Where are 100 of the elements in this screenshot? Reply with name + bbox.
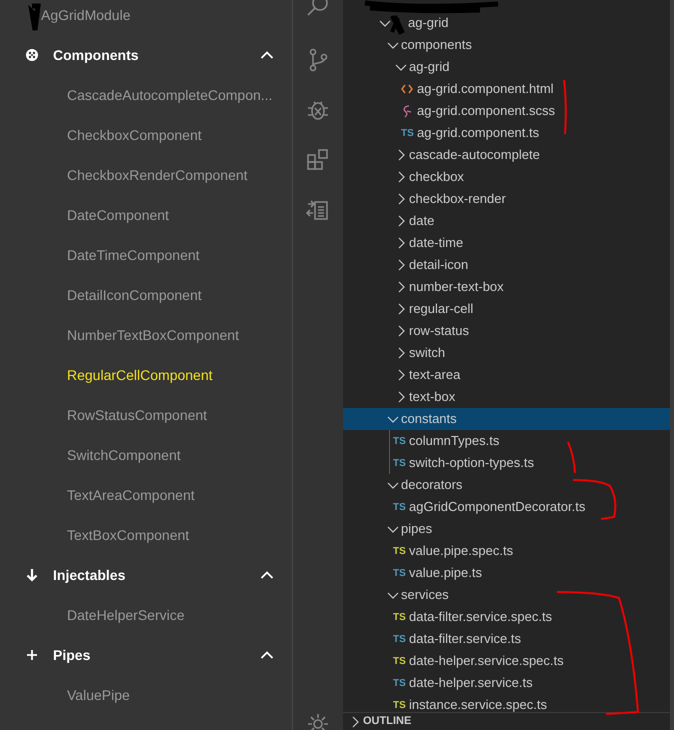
- file-name: detail-icon: [409, 256, 468, 274]
- file-type-label: TS: [393, 434, 407, 448]
- folder-row[interactable]: detail-icon: [343, 254, 670, 276]
- file-name: checkbox-render: [409, 190, 506, 208]
- search-icon[interactable]: [306, 0, 330, 18]
- file-row[interactable]: TS agGridComponentDecorator.ts: [343, 496, 670, 518]
- file-type-label: TS: [393, 632, 407, 646]
- folder-row[interactable]: ag-grid: [343, 12, 670, 34]
- nav-item[interactable]: CascadeAutocompleteCompon...: [0, 84, 272, 106]
- folder-row[interactable]: checkbox-render: [343, 188, 670, 210]
- section-header[interactable]: Components: [0, 35, 292, 75]
- file-name: components: [401, 36, 472, 54]
- nav-item[interactable]: DateHelperService: [0, 604, 184, 626]
- folder-row[interactable]: regular-cell: [343, 298, 670, 320]
- file-name: switch: [409, 344, 446, 362]
- file-name: ag-grid: [408, 14, 448, 32]
- file-row[interactable]: TS columnTypes.ts: [390, 430, 670, 452]
- file-name: date-helper.service.ts: [409, 674, 533, 692]
- file-row[interactable]: TS data-filter.service.ts: [343, 628, 670, 650]
- file-name: checkbox: [409, 168, 464, 186]
- file-name: text-box: [409, 388, 456, 406]
- file-name: value.pipe.ts: [409, 564, 482, 582]
- folder-row[interactable]: constants: [343, 408, 670, 430]
- file-type-label: TS: [393, 676, 407, 690]
- file-row[interactable]: TS data-filter.service.spec.ts: [343, 606, 670, 628]
- folder-row[interactable]: components: [343, 34, 670, 56]
- folder-row[interactable]: switch: [343, 342, 670, 364]
- folder-row[interactable]: text-area: [343, 364, 670, 386]
- file-row[interactable]: TS date-helper.service.ts: [343, 672, 670, 694]
- file-type-label: TS: [393, 500, 407, 514]
- arrow-down-icon: [25, 568, 39, 582]
- file-name: ag-grid.component.html: [417, 80, 554, 98]
- file-name: cascade-autocomplete: [409, 146, 540, 164]
- document-arrows-icon[interactable]: [306, 198, 330, 222]
- nav-item[interactable]: CheckboxRenderComponent: [0, 164, 248, 186]
- file-name: date-time: [409, 234, 464, 252]
- file-name: row-status: [409, 322, 469, 340]
- annotation-mark: [563, 80, 567, 134]
- file-name: date-helper.service.spec.ts: [409, 652, 564, 670]
- outline-header[interactable]: OUTLINE: [343, 712, 670, 730]
- file-type-label: TS: [393, 456, 407, 470]
- folder-row[interactable]: row-status: [343, 320, 670, 342]
- nav-item[interactable]: RegularCellComponent: [0, 364, 213, 386]
- folder-row[interactable]: ag-grid: [343, 56, 670, 78]
- file-name: services: [401, 586, 449, 604]
- nav-item[interactable]: TextAreaComponent: [0, 484, 195, 506]
- file-type-label: TS: [393, 698, 407, 712]
- nav-item[interactable]: NumberTextBoxComponent: [0, 324, 239, 346]
- folder-row[interactable]: services: [343, 584, 670, 606]
- nav-item[interactable]: DateTimeComponent: [0, 244, 200, 266]
- plus-icon: [25, 648, 39, 662]
- nav-item[interactable]: RowStatusComponent: [0, 404, 208, 426]
- file-name: value.pipe.spec.ts: [409, 542, 514, 560]
- file-row[interactable]: ag-grid.component.html: [343, 78, 670, 100]
- file-type-label: TS: [393, 566, 407, 580]
- section-title: Injectables: [53, 566, 126, 585]
- folder-row[interactable]: date-time: [343, 232, 670, 254]
- file-name: constants: [401, 410, 457, 428]
- file-name: agGridComponentDecorator.ts: [409, 498, 586, 516]
- section-header[interactable]: Injectables: [0, 555, 292, 595]
- file-type-label: TS: [401, 126, 415, 140]
- folder-row[interactable]: cascade-autocomplete: [343, 144, 670, 166]
- file-name: number-text-box: [409, 278, 504, 296]
- file-name: date: [409, 212, 434, 230]
- folder-row[interactable]: text-box: [343, 386, 670, 408]
- folder-row[interactable]: checkbox: [343, 166, 670, 188]
- extensions-icon[interactable]: [306, 148, 330, 172]
- file-type-label: TS: [393, 654, 407, 668]
- section-header[interactable]: Pipes: [0, 635, 292, 675]
- redaction-mark: [28, 4, 41, 32]
- folder-row[interactable]: pipes: [343, 518, 670, 540]
- nav-item[interactable]: CheckboxComponent: [0, 124, 202, 146]
- nav-item[interactable]: DateComponent: [0, 204, 169, 226]
- nav-item[interactable]: TextBoxComponent: [0, 524, 190, 546]
- file-name: pipes: [401, 520, 432, 538]
- nav-item[interactable]: SwitchComponent: [0, 444, 181, 466]
- file-row[interactable]: TS value.pipe.ts: [343, 562, 670, 584]
- file-name: columnTypes.ts: [409, 432, 500, 450]
- section-title: Components: [53, 46, 139, 65]
- section-title: Pipes: [53, 646, 90, 665]
- file-row[interactable]: TS instance.service.spec.ts: [343, 694, 670, 712]
- file-row[interactable]: TS value.pipe.spec.ts: [343, 540, 670, 562]
- file-row[interactable]: ag-grid.component.scss: [343, 100, 670, 122]
- module-link[interactable]: AgGridModule: [41, 4, 130, 26]
- folder-row[interactable]: number-text-box: [343, 276, 670, 298]
- file-name: ag-grid: [409, 58, 450, 76]
- annotation-mark: [567, 442, 576, 474]
- file-row[interactable]: TS switch-option-types.ts: [390, 452, 670, 474]
- folder-row[interactable]: decorators: [343, 474, 670, 496]
- file-type-label: TS: [393, 610, 407, 624]
- file-row[interactable]: TS date-helper.service.spec.ts: [343, 650, 670, 672]
- file-name: ag-grid.component.scss: [417, 102, 556, 120]
- nav-item[interactable]: ValuePipe: [0, 684, 130, 706]
- file-name: decorators: [401, 476, 462, 494]
- file-row[interactable]: TS ag-grid.component.ts: [343, 122, 670, 144]
- folder-row[interactable]: date: [343, 210, 670, 232]
- code-icon: [401, 83, 413, 95]
- file-name: switch-option-types.ts: [409, 454, 534, 472]
- sass-icon: [401, 104, 413, 118]
- nav-item[interactable]: DetailIconComponent: [0, 284, 202, 306]
